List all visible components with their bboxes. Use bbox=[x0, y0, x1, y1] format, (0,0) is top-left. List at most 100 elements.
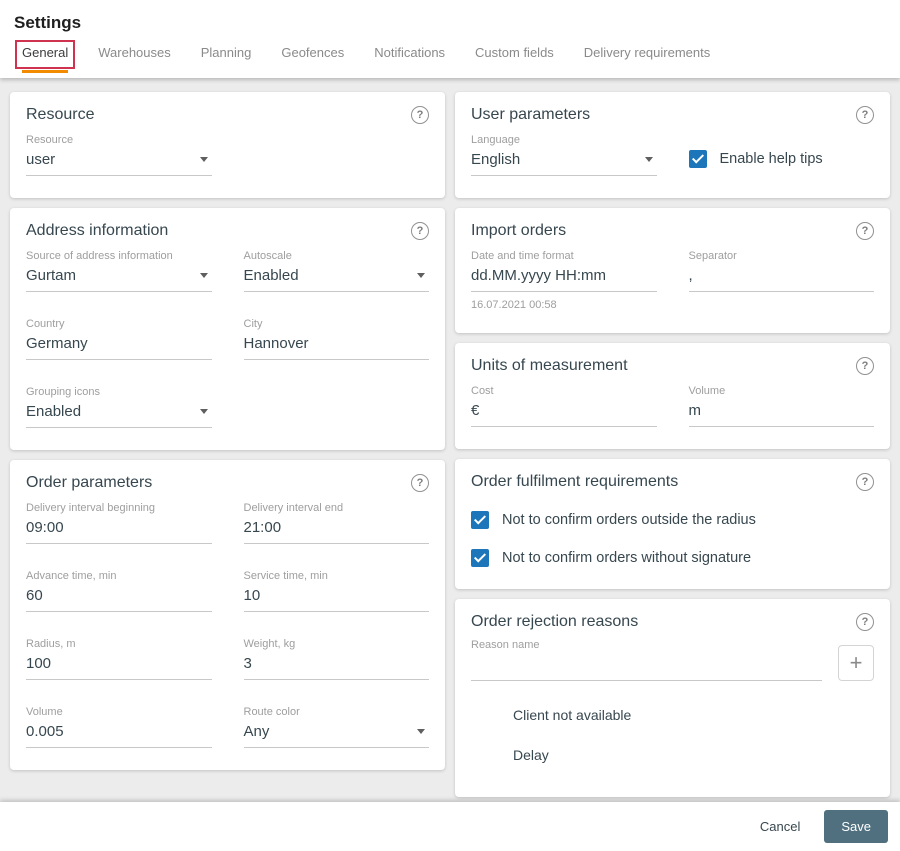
field-label: Delivery interval beginning bbox=[26, 502, 156, 514]
weight-field: Weight, kg bbox=[243, 638, 429, 680]
chevron-down-icon bbox=[199, 273, 208, 278]
order-fulfilment-card-title: Order fulfilment requirements bbox=[471, 473, 679, 490]
help-icon[interactable]: ? bbox=[856, 613, 874, 631]
service-time-input[interactable] bbox=[243, 584, 429, 612]
tab-delivery-requirements-label: Delivery requirements bbox=[583, 45, 711, 60]
rejection-reason-item[interactable]: Client not available bbox=[471, 695, 874, 735]
chevron-down-icon bbox=[417, 729, 425, 734]
volume-unit-field-label: Volume bbox=[688, 385, 726, 397]
source-select-value: Gurtam bbox=[26, 267, 77, 284]
help-icon[interactable]: ? bbox=[856, 106, 874, 124]
cost-field-label: Cost bbox=[471, 385, 494, 397]
route-color-select-value: Any bbox=[243, 723, 270, 740]
datetime-format-field: Date and time format 16.07.2021 00:58 bbox=[471, 250, 657, 311]
volume-field: Volume bbox=[26, 706, 212, 748]
rejection-reason-item[interactable]: Delay bbox=[471, 735, 874, 775]
delivery-interval-end-input[interactable] bbox=[243, 516, 429, 544]
autoscale-select[interactable]: Enabled bbox=[243, 264, 429, 292]
field-label: Service time, min bbox=[243, 570, 328, 582]
checkbox-checked-icon bbox=[688, 150, 707, 168]
left-column: Resource ? Resource user Address informa… bbox=[10, 92, 445, 802]
separator-input[interactable] bbox=[688, 264, 874, 292]
confirm-without-signature-label: Not to confirm orders without signature bbox=[502, 550, 752, 566]
route-color-field: Route color Any bbox=[243, 706, 429, 748]
source-field-label: Source of address information bbox=[26, 250, 173, 262]
grouping-icons-select-value: Enabled bbox=[26, 403, 82, 420]
import-orders-card: Import orders ? Date and time format 16.… bbox=[455, 208, 890, 333]
source-select[interactable]: Gurtam bbox=[26, 264, 212, 292]
help-icon[interactable]: ? bbox=[856, 473, 874, 491]
separator-field: Separator bbox=[688, 250, 874, 311]
order-parameters-card-title: Order parameters bbox=[26, 474, 153, 491]
radius-input[interactable] bbox=[26, 652, 212, 680]
autoscale-select-value: Enabled bbox=[243, 267, 299, 284]
reason-name-input[interactable] bbox=[471, 653, 822, 681]
field-label: Advance time, min bbox=[26, 570, 117, 582]
chevron-down-icon bbox=[417, 273, 425, 278]
tab-delivery-requirements[interactable]: Delivery requirements bbox=[584, 35, 710, 73]
city-field: City bbox=[243, 318, 429, 360]
advance-time-input[interactable] bbox=[26, 584, 212, 612]
autoscale-field-label: Autoscale bbox=[243, 250, 292, 262]
help-icon[interactable]: ? bbox=[411, 106, 429, 124]
checkbox-checked-icon bbox=[471, 511, 489, 529]
grouping-icons-select[interactable]: Enabled bbox=[26, 400, 212, 428]
enable-help-tips-checkbox[interactable]: Enable help tips bbox=[688, 150, 875, 168]
city-input[interactable] bbox=[243, 332, 429, 360]
tab-warehouses[interactable]: Warehouses bbox=[98, 35, 171, 73]
country-input[interactable] bbox=[26, 332, 212, 360]
help-icon[interactable]: ? bbox=[856, 357, 874, 375]
tab-geofences[interactable]: Geofences bbox=[281, 35, 344, 73]
save-button[interactable]: Save bbox=[824, 810, 888, 843]
volume-input[interactable] bbox=[26, 720, 212, 748]
language-field-label: Language bbox=[471, 134, 520, 146]
resource-select[interactable]: user bbox=[26, 148, 212, 176]
field-label: Route color bbox=[243, 706, 300, 718]
language-field: Language English bbox=[471, 134, 657, 176]
country-field: Country bbox=[26, 318, 212, 360]
chevron-down-icon bbox=[644, 157, 653, 162]
help-icon[interactable]: ? bbox=[856, 222, 874, 240]
footer: Cancel Save bbox=[0, 802, 900, 851]
delivery-interval-beginning-input[interactable] bbox=[26, 516, 212, 544]
radius-field: Radius, m bbox=[26, 638, 212, 680]
grouping-icons-field: Grouping icons Enabled bbox=[26, 386, 212, 428]
help-icon[interactable]: ? bbox=[411, 222, 429, 240]
confirm-outside-radius-checkbox[interactable]: Not to confirm orders outside the radius bbox=[471, 511, 874, 529]
resource-card-title: Resource bbox=[26, 106, 95, 123]
reason-name-field-label: Reason name bbox=[471, 639, 540, 651]
checkbox-checked-icon bbox=[471, 549, 489, 567]
order-rejection-card-title: Order rejection reasons bbox=[471, 613, 639, 630]
tab-planning[interactable]: Planning bbox=[201, 35, 252, 73]
user-parameters-card-title: User parameters bbox=[471, 106, 591, 123]
resource-select-value: user bbox=[26, 151, 56, 168]
volume-unit-input[interactable] bbox=[688, 399, 874, 427]
add-reason-button[interactable]: + bbox=[838, 645, 874, 681]
tab-bar: General Warehouses Planning Geofences No… bbox=[15, 35, 900, 73]
route-color-select[interactable]: Any bbox=[243, 720, 429, 748]
service-time-field: Service time, min bbox=[243, 570, 429, 612]
resource-field: Resource user bbox=[26, 134, 212, 176]
reason-name-field: Reason name bbox=[471, 639, 822, 681]
language-select-value: English bbox=[471, 151, 521, 168]
confirm-without-signature-checkbox[interactable]: Not to confirm orders without signature bbox=[471, 549, 874, 567]
datetime-format-input[interactable] bbox=[471, 264, 657, 292]
cancel-button[interactable]: Cancel bbox=[744, 811, 816, 842]
field-label: Radius, m bbox=[26, 638, 76, 650]
advance-time-field: Advance time, min bbox=[26, 570, 212, 612]
grouping-icons-field-label: Grouping icons bbox=[26, 386, 100, 398]
field-label: Delivery interval end bbox=[243, 502, 344, 514]
weight-input[interactable] bbox=[243, 652, 429, 680]
right-column: User parameters ? Language English Enabl… bbox=[455, 92, 890, 802]
cost-input[interactable] bbox=[471, 399, 657, 427]
field-label: Weight, kg bbox=[243, 638, 296, 650]
address-information-card: Address information ? Source of address … bbox=[10, 208, 445, 450]
units-card-title: Units of measurement bbox=[471, 357, 628, 374]
help-icon[interactable]: ? bbox=[411, 474, 429, 492]
tab-notifications[interactable]: Notifications bbox=[374, 35, 445, 73]
tab-custom-fields[interactable]: Custom fields bbox=[475, 35, 554, 73]
language-select[interactable]: English bbox=[471, 148, 657, 176]
datetime-format-hint: 16.07.2021 00:58 bbox=[471, 299, 557, 311]
tab-warehouses-label: Warehouses bbox=[98, 45, 171, 60]
tab-general[interactable]: General bbox=[15, 35, 76, 73]
